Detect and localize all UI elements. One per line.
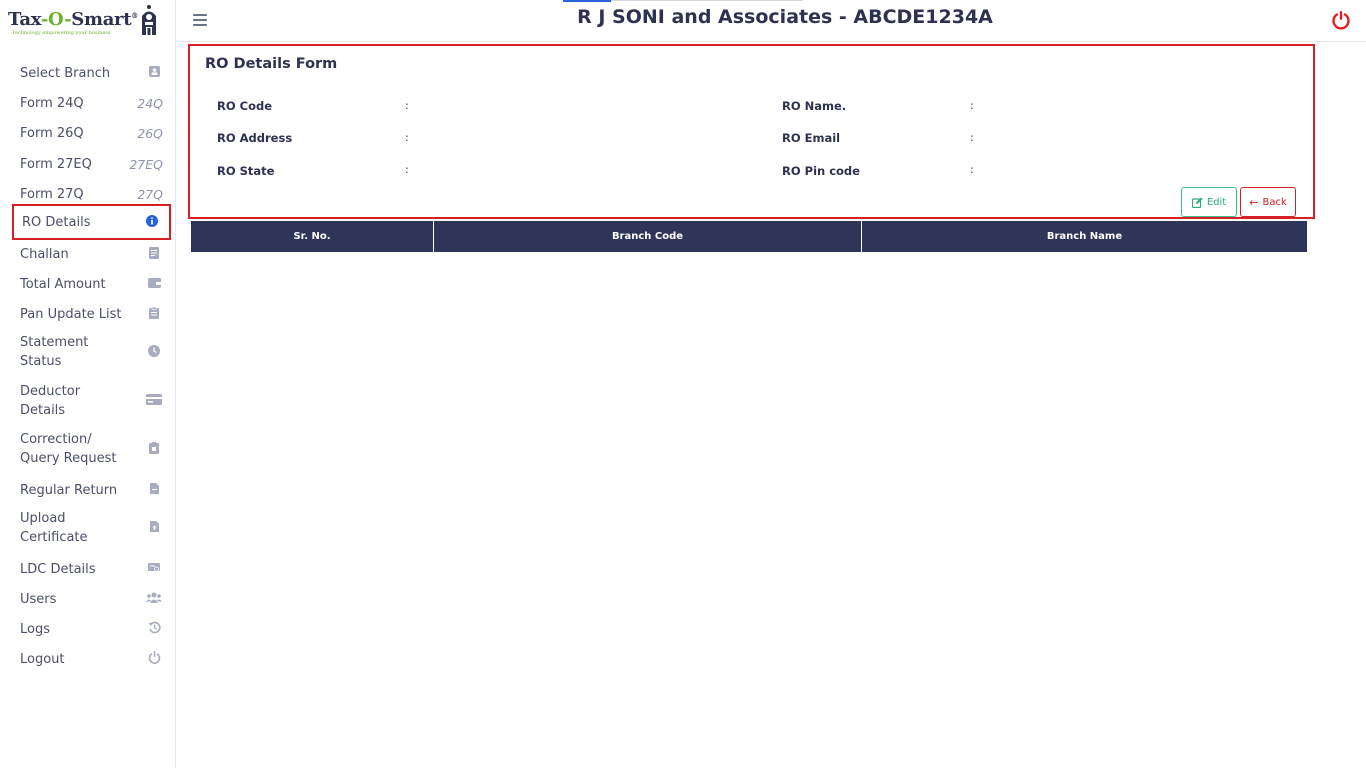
sidebar-item-select-branch[interactable]: Select Branch	[12, 62, 171, 84]
clipboard-icon	[145, 306, 163, 322]
file-icon	[145, 483, 163, 497]
sidebar-item-label: Form 27Q	[20, 186, 84, 202]
sidebar-item-label: Upload Certificate	[20, 511, 88, 545]
sidebar-item-statement-status[interactable]: Statement Status	[12, 333, 171, 371]
back-button-label: Back	[1262, 196, 1287, 208]
sidebar-item-regular-return[interactable]: Regular Return	[12, 479, 171, 501]
clock-icon	[145, 344, 163, 360]
ro-code-colon: :	[405, 99, 409, 112]
sidebar-item-label: Pan Update List	[20, 306, 122, 322]
sidebar-item-label: Logout	[20, 651, 65, 667]
sidebar-item-label: Form 27EQ	[20, 156, 92, 172]
sidebar-item-label: Deductor Details	[20, 384, 81, 418]
sidebar-item-logout[interactable]: Logout	[12, 648, 171, 670]
ro-pincode-colon: :	[970, 163, 974, 176]
sidebar-item-deductor-details[interactable]: Deductor Details	[12, 382, 171, 420]
sidebar-item-label: Regular Return	[20, 482, 118, 498]
branch-table-header: Sr. No. Branch Code Branch Name	[191, 221, 1307, 252]
column-header-branch-code[interactable]: Branch Code	[434, 221, 862, 252]
menu-toggle-icon[interactable]	[193, 14, 207, 26]
sidebar-item-form-27q[interactable]: Form 27Q 27Q	[12, 183, 171, 205]
sidebar-item-challan[interactable]: Challan	[12, 243, 171, 265]
ro-email-colon: :	[970, 131, 974, 144]
sidebar-item-upload-certificate[interactable]: Upload Certificate	[12, 509, 171, 547]
ro-name-colon: :	[970, 99, 974, 112]
sidebar-item-pan-update-list[interactable]: Pan Update List	[12, 303, 171, 325]
loading-bar-track	[611, 0, 803, 1]
ro-name-label: RO Name.	[782, 99, 847, 113]
ro-details-form: RO Details Form RO Code : RO Name. : RO …	[188, 44, 1315, 219]
clipboard-edit-icon	[145, 441, 163, 457]
sidebar-item-badge: 24Q	[137, 95, 163, 111]
sidebar-item-form-26q[interactable]: Form 26Q 26Q	[12, 122, 171, 144]
edit-button[interactable]: Edit	[1181, 187, 1237, 217]
ro-address-label: RO Address	[217, 131, 293, 145]
info-icon	[143, 214, 161, 230]
sidebar-item-label: Select Branch	[20, 65, 111, 81]
sidebar-item-form-27eq[interactable]: Form 27EQ 27EQ	[12, 153, 171, 175]
certificate-icon	[145, 562, 163, 576]
arrow-left-icon: ←	[1249, 195, 1259, 209]
sidebar-item-users[interactable]: Users	[12, 588, 171, 610]
sidebar-item-label: LDC Details	[20, 561, 96, 577]
sidebar-item-label: Statement Status	[20, 335, 89, 369]
ro-address-colon: :	[405, 131, 409, 144]
user-card-icon	[145, 66, 163, 80]
users-icon	[145, 592, 163, 606]
ro-state-colon: :	[405, 163, 409, 176]
edit-icon	[1191, 197, 1203, 208]
wallet-icon	[145, 277, 163, 291]
sidebar-item-label: Form 24Q	[20, 95, 84, 111]
sidebar-item-badge: 26Q	[137, 125, 163, 141]
history-icon	[145, 621, 163, 637]
sidebar-item-total-amount[interactable]: Total Amount	[12, 273, 171, 295]
sidebar-item-ldc-details[interactable]: LDC Details	[12, 558, 171, 580]
edit-button-label: Edit	[1206, 196, 1227, 208]
power-icon[interactable]	[1331, 10, 1351, 30]
page-title: R J SONI and Associates - ABCDE1234A	[577, 6, 993, 28]
sidebar: Tax-O-Smart® Technology empowering your …	[0, 0, 176, 768]
emblem-icon	[142, 5, 156, 35]
sidebar-item-label: Total Amount	[20, 276, 106, 292]
sidebar-item-form-24q[interactable]: Form 24Q 24Q	[12, 92, 171, 114]
sidebar-item-label: RO Details	[22, 214, 91, 230]
back-button[interactable]: ← Back	[1240, 187, 1296, 217]
brand-logo[interactable]: Tax-O-Smart® Technology empowering your …	[0, 0, 176, 44]
header-divider	[177, 41, 1366, 42]
file-upload-icon	[145, 521, 163, 535]
receipt-icon	[145, 246, 163, 262]
sidebar-item-label: Form 26Q	[20, 125, 84, 141]
logo-tagline: Technology empowering your business	[12, 30, 111, 36]
card-icon	[145, 394, 163, 408]
form-title: RO Details Form	[205, 56, 338, 72]
ro-pincode-label: RO Pin code	[782, 164, 860, 178]
power-icon	[145, 651, 163, 667]
sidebar-item-correction-query[interactable]: Correction/Query Request	[12, 430, 171, 468]
sidebar-item-label: Users	[20, 591, 57, 607]
ro-code-label: RO Code	[217, 99, 273, 113]
column-header-branch-name[interactable]: Branch Name	[862, 221, 1307, 252]
column-header-sr-no[interactable]: Sr. No.	[191, 221, 434, 252]
sidebar-item-label: Correction/Query Request	[20, 432, 117, 466]
sidebar-item-badge: 27Q	[137, 186, 163, 202]
sidebar-item-ro-details[interactable]: RO Details	[12, 204, 171, 240]
sidebar-item-label: Challan	[20, 246, 69, 262]
ro-email-label: RO Email	[782, 131, 841, 145]
logo-text: Tax-O-Smart®	[8, 9, 138, 30]
loading-bar	[563, 0, 611, 2]
sidebar-item-label: Logs	[20, 621, 50, 637]
sidebar-item-badge: 27EQ	[129, 156, 163, 172]
sidebar-item-logs[interactable]: Logs	[12, 618, 171, 640]
ro-state-label: RO State	[217, 164, 275, 178]
